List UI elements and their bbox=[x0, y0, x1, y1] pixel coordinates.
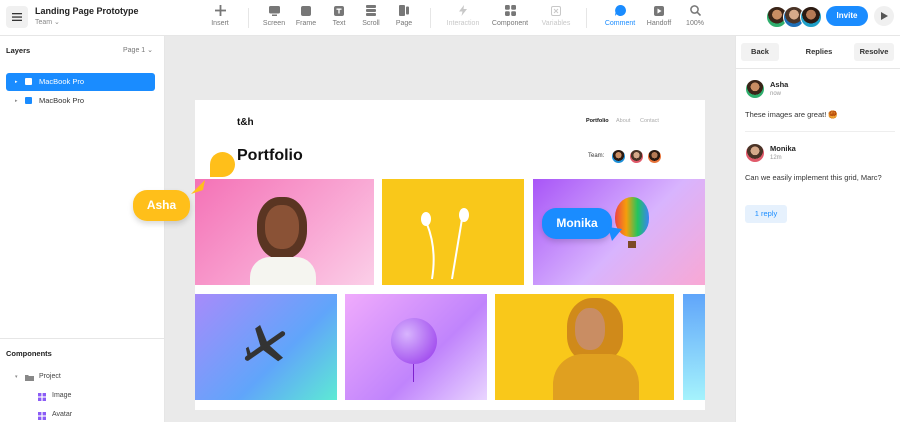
comment-label: Comment bbox=[604, 20, 636, 27]
layers-title: Layers bbox=[6, 46, 31, 55]
hamburger-menu-button[interactable] bbox=[6, 6, 28, 28]
cursor-pointer-icon bbox=[608, 227, 622, 241]
scroll-icon bbox=[366, 5, 376, 16]
team-avatar bbox=[629, 149, 644, 164]
top-toolbar: Landing Page Prototype Team ⌄ Insert Scr… bbox=[0, 0, 900, 36]
interaction-label: Interaction bbox=[446, 20, 480, 27]
panel-divider bbox=[735, 68, 900, 69]
resolve-button[interactable]: Resolve bbox=[854, 43, 894, 61]
invite-button[interactable]: Invite bbox=[826, 6, 868, 26]
variables-label: Variables bbox=[541, 20, 571, 27]
team-avatar bbox=[647, 149, 662, 164]
comment-icon bbox=[614, 5, 626, 16]
artboard-macbook-pro[interactable]: t&h Portfolio About Contact Portfolio Te… bbox=[195, 100, 705, 410]
frame-layer-icon bbox=[25, 78, 32, 85]
zoom-icon bbox=[689, 5, 701, 16]
collaborator-avatar[interactable] bbox=[800, 6, 822, 28]
site-logo: t&h bbox=[237, 117, 254, 128]
panel-divider bbox=[0, 338, 164, 339]
variables-icon bbox=[551, 5, 561, 16]
project-title[interactable]: Landing Page Prototype bbox=[35, 6, 139, 16]
component-icon bbox=[38, 412, 46, 422]
component-folder-project[interactable]: Project bbox=[39, 373, 61, 380]
nav-link-contact[interactable]: Contact bbox=[640, 118, 659, 124]
comment-time: 12m bbox=[770, 155, 782, 161]
comment-author: Monika bbox=[770, 144, 796, 153]
zoom-control[interactable]: 100% bbox=[673, 3, 717, 27]
comment-tool[interactable]: Comment bbox=[598, 3, 642, 27]
comment-time: now bbox=[770, 91, 782, 97]
variables-tool[interactable]: Variables bbox=[534, 3, 578, 27]
portfolio-image-earphones[interactable] bbox=[382, 179, 524, 285]
component-tool[interactable]: Component bbox=[488, 3, 532, 27]
zoom-label: 100% bbox=[686, 20, 704, 27]
nav-link-portfolio[interactable]: Portfolio bbox=[586, 118, 609, 124]
toolbar-divider bbox=[586, 8, 587, 28]
component-label: Component bbox=[491, 20, 529, 27]
lightning-icon bbox=[459, 5, 467, 16]
layer-label: MacBook Pro bbox=[39, 77, 85, 86]
cursor-label-asha: Asha bbox=[133, 190, 190, 221]
interaction-tool[interactable]: Interaction bbox=[441, 3, 485, 27]
page-tool[interactable]: Page bbox=[382, 3, 426, 27]
layer-label: MacBook Pro bbox=[39, 96, 85, 105]
back-button[interactable]: Back bbox=[741, 43, 779, 61]
page-icon bbox=[399, 5, 409, 16]
preview-play-button[interactable] bbox=[874, 6, 894, 26]
handoff-icon bbox=[654, 5, 664, 16]
component-icon bbox=[38, 393, 46, 403]
comment-avatar bbox=[745, 79, 765, 99]
frame-layer-icon bbox=[25, 97, 32, 104]
comment-text: Can we easily implement this grid, Marc? bbox=[745, 173, 882, 182]
page-selector[interactable]: Page 1 ⌄ bbox=[123, 46, 153, 54]
comment-text: These images are great! 🥮 bbox=[745, 110, 838, 119]
nav-link-about[interactable]: About bbox=[616, 118, 630, 124]
component-icon bbox=[504, 5, 516, 16]
frame-icon bbox=[301, 5, 311, 16]
portfolio-image-woman[interactable] bbox=[195, 179, 374, 285]
toolbar-divider bbox=[248, 8, 249, 28]
insert-label: Insert bbox=[211, 20, 229, 27]
comment-avatar bbox=[745, 143, 765, 163]
screen-icon bbox=[268, 5, 280, 16]
team-avatar bbox=[611, 149, 626, 164]
comment-author: Asha bbox=[770, 80, 789, 89]
toolbar-divider bbox=[430, 8, 431, 28]
replies-title: Replies bbox=[805, 47, 833, 56]
layer-item-macbook-pro[interactable]: ▸ MacBook Pro bbox=[6, 92, 155, 110]
portfolio-image-partial[interactable] bbox=[683, 294, 705, 400]
play-icon bbox=[880, 12, 888, 20]
cursor-label-monika: Monika bbox=[542, 208, 612, 239]
expand-arrow-icon[interactable]: ▸ bbox=[15, 92, 18, 110]
cursor-pin-asha bbox=[210, 152, 235, 177]
portfolio-image-balloon-purple[interactable] bbox=[345, 294, 487, 400]
expand-arrow-icon[interactable]: ▸ bbox=[15, 73, 18, 91]
portfolio-image-airplane[interactable] bbox=[195, 294, 337, 400]
plus-icon bbox=[214, 5, 226, 16]
reply-count-button[interactable]: 1 reply bbox=[745, 205, 787, 223]
component-item-image[interactable]: Image bbox=[52, 392, 71, 399]
layer-item-macbook-pro[interactable]: ▸ MacBook Pro bbox=[6, 73, 155, 91]
insert-tool[interactable]: Insert bbox=[198, 3, 242, 27]
page-label: Page bbox=[395, 20, 413, 27]
portfolio-image-man[interactable] bbox=[495, 294, 674, 400]
comment-divider bbox=[745, 131, 895, 132]
folder-icon bbox=[25, 374, 34, 383]
hamburger-icon bbox=[12, 13, 22, 21]
cursor-pointer-icon bbox=[191, 180, 205, 194]
layers-panel: Layers Page 1 ⌄ ▸ MacBook Pro ▸ MacBook … bbox=[0, 36, 165, 422]
expand-arrow-icon[interactable]: ▾ bbox=[15, 374, 18, 380]
component-item-avatar[interactable]: Avatar bbox=[52, 411, 72, 418]
team-selector[interactable]: Team ⌄ bbox=[35, 18, 60, 26]
text-icon bbox=[334, 5, 344, 16]
components-title: Components bbox=[6, 349, 52, 358]
team-label: Team: bbox=[588, 153, 605, 159]
portfolio-heading: Portfolio bbox=[237, 147, 303, 164]
